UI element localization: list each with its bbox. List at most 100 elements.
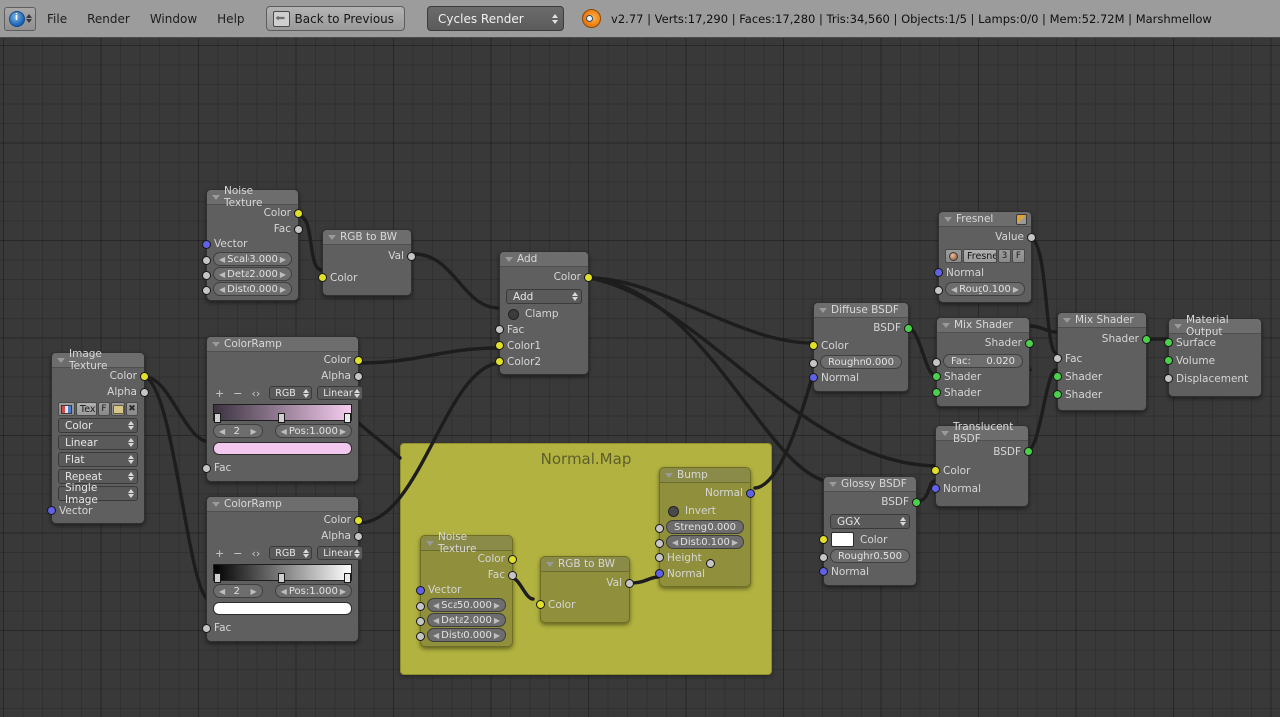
input-shader-2[interactable]: Shader xyxy=(1053,386,1146,404)
checkbox-icon[interactable] xyxy=(508,308,519,320)
field-roughness[interactable]: Roughnes: 0.500 xyxy=(830,549,910,563)
socket-normal-in[interactable] xyxy=(931,484,940,493)
editor-type-selector[interactable]: i xyxy=(4,6,36,31)
node-mix-shader-2[interactable]: Mix Shader Shader Fac Shader Shader xyxy=(1053,312,1151,411)
node-colorramp-bw[interactable]: ColorRamp Color Alpha + − ‹› RGB Linear … xyxy=(202,496,364,642)
node-header[interactable]: Translucent BSDF xyxy=(936,421,1028,445)
collapse-triangle-icon[interactable] xyxy=(665,473,673,478)
socket-fac-in[interactable] xyxy=(202,624,211,633)
menu-help[interactable]: Help xyxy=(208,9,253,29)
menu-window[interactable]: Window xyxy=(141,9,206,29)
socket-roughness-in[interactable] xyxy=(819,553,828,562)
blend-mode-dropdown[interactable]: Add xyxy=(506,289,582,304)
back-to-previous-button[interactable]: Back to Previous xyxy=(265,6,406,31)
socket-shader-out[interactable] xyxy=(1025,339,1034,348)
node-header[interactable]: Image Texture xyxy=(52,348,144,372)
collapse-triangle-icon[interactable] xyxy=(57,358,65,363)
socket-detail-in[interactable] xyxy=(202,271,211,280)
socket-normal-out[interactable] xyxy=(746,489,755,498)
menu-render[interactable]: Render xyxy=(78,9,139,29)
socket-scale-in[interactable] xyxy=(202,256,211,265)
interpolation-dropdown[interactable]: Linear xyxy=(317,386,364,400)
collapse-triangle-icon[interactable] xyxy=(829,482,837,487)
invert-checkbox-row[interactable]: Invert xyxy=(660,503,750,519)
colorramp-stop[interactable] xyxy=(214,573,221,583)
field-roughness[interactable]: Roughnes: 0.000 xyxy=(820,355,902,369)
stop-color-swatch[interactable] xyxy=(213,442,352,455)
input-color[interactable]: Color xyxy=(318,267,411,289)
input-color[interactable]: Color xyxy=(819,531,916,548)
unlink-image-button[interactable]: ✖ xyxy=(126,402,138,416)
source-dropdown[interactable]: Single Image xyxy=(58,482,138,506)
color-mode-dropdown[interactable]: RGB xyxy=(269,386,313,400)
input-volume[interactable]: Volume xyxy=(1164,352,1261,370)
node-header[interactable]: ColorRamp xyxy=(207,337,358,352)
output-bsdf[interactable]: BSDF xyxy=(824,492,921,512)
node-image-texture[interactable]: Image Texture Color Alpha Textu F xyxy=(47,348,149,524)
socket-shader-in[interactable] xyxy=(1053,372,1062,381)
output-alpha[interactable]: Alpha xyxy=(207,528,363,544)
socket-color2-in[interactable] xyxy=(495,357,504,366)
socket-color-out[interactable] xyxy=(140,372,149,381)
field-distance[interactable]: ◀ Distance 0.100 ▶ xyxy=(666,535,744,549)
color-mode-dropdown[interactable]: RGB xyxy=(269,546,313,560)
output-bsdf[interactable]: BSDF xyxy=(936,441,1033,462)
node-mix-rgb-add[interactable]: Add Color Add Clamp Fac Color1 Color2 xyxy=(495,251,593,375)
node-translucent-bsdf[interactable]: Translucent BSDF BSDF Color Normal xyxy=(931,421,1033,507)
stop-color-swatch[interactable] xyxy=(213,602,352,615)
socket-fac-in[interactable] xyxy=(932,358,941,367)
input-surface[interactable]: Surface xyxy=(1164,334,1261,352)
node-header[interactable]: Bump xyxy=(660,468,750,483)
node-material-output[interactable]: Material Output Surface Volume Displacem… xyxy=(1164,314,1262,397)
field-fac[interactable]: Fac: 0.020 xyxy=(943,354,1023,368)
socket-normal-in[interactable] xyxy=(655,569,664,578)
input-height[interactable]: Height xyxy=(655,550,750,568)
socket-color-out[interactable] xyxy=(354,356,363,365)
node-header[interactable]: Noise Texture xyxy=(207,185,298,209)
socket-distortion-in[interactable] xyxy=(416,632,425,641)
node-header[interactable]: Glossy BSDF xyxy=(824,477,916,492)
collapse-triangle-icon[interactable] xyxy=(426,541,434,546)
input-normal[interactable]: Normal xyxy=(934,265,1031,281)
input-shader-2[interactable]: Shader xyxy=(932,385,1029,401)
colorramp-stop-selected[interactable] xyxy=(344,413,351,423)
field-distortion[interactable]: ◀ Distortio 0.000 ▶ xyxy=(427,628,506,642)
node-header[interactable]: Mix Shader xyxy=(937,318,1029,333)
socket-color-in[interactable] xyxy=(931,466,940,475)
input-vector[interactable]: Vector xyxy=(416,583,512,597)
field-distortion[interactable]: ◀ Distortio 0.000 ▶ xyxy=(213,282,292,296)
group-datablock-row[interactable]: Fresne 3 F xyxy=(945,249,1025,263)
output-alpha[interactable]: Alpha xyxy=(207,368,363,384)
socket-bsdf-out[interactable] xyxy=(912,498,921,507)
image-name-field[interactable]: Textu xyxy=(76,402,97,416)
node-header[interactable]: ColorRamp xyxy=(207,497,358,512)
node-header[interactable]: Mix Shader xyxy=(1058,313,1146,328)
input-displacement[interactable]: Displacement xyxy=(1164,370,1261,388)
fake-user-button[interactable]: F xyxy=(1012,249,1025,263)
socket-alpha-out[interactable] xyxy=(140,388,149,397)
node-rgb-to-bw-top[interactable]: RGB to BW Val Color xyxy=(318,229,416,296)
open-image-button[interactable] xyxy=(111,402,125,416)
socket-shader-in[interactable] xyxy=(932,372,941,381)
socket-color-in[interactable] xyxy=(318,273,327,282)
socket-val-out[interactable] xyxy=(625,579,634,588)
socket-normal-in[interactable] xyxy=(934,268,943,277)
checkbox-icon[interactable] xyxy=(668,505,679,517)
socket-color-out[interactable] xyxy=(294,209,303,218)
field-detail[interactable]: ◀ Detail: 2.000 ▶ xyxy=(213,267,292,281)
input-normal[interactable]: Normal xyxy=(819,564,916,580)
interpolation-dropdown[interactable]: Linear xyxy=(317,546,364,560)
input-vector[interactable]: Vector xyxy=(202,237,298,251)
node-fresnel-group[interactable]: Fresnel Value Fresne 3 F Normal ◀ Roug 0… xyxy=(934,211,1036,303)
colorspace-dropdown[interactable]: Color xyxy=(58,418,138,433)
colorramp-stop-selected[interactable] xyxy=(344,573,351,583)
collapse-triangle-icon[interactable] xyxy=(212,502,220,507)
node-bump[interactable]: Bump Normal Invert Strength: 0.000 xyxy=(655,467,755,587)
node-header[interactable]: Fresnel xyxy=(939,212,1031,227)
collapse-triangle-icon[interactable] xyxy=(944,217,952,222)
node-header[interactable]: Add xyxy=(500,252,588,267)
input-normal[interactable]: Normal xyxy=(655,566,750,582)
field-scale[interactable]: ◀ Scale: 3.000 ▶ xyxy=(213,252,292,266)
socket-bsdf-out[interactable] xyxy=(904,324,913,333)
collapse-triangle-icon[interactable] xyxy=(819,308,827,313)
